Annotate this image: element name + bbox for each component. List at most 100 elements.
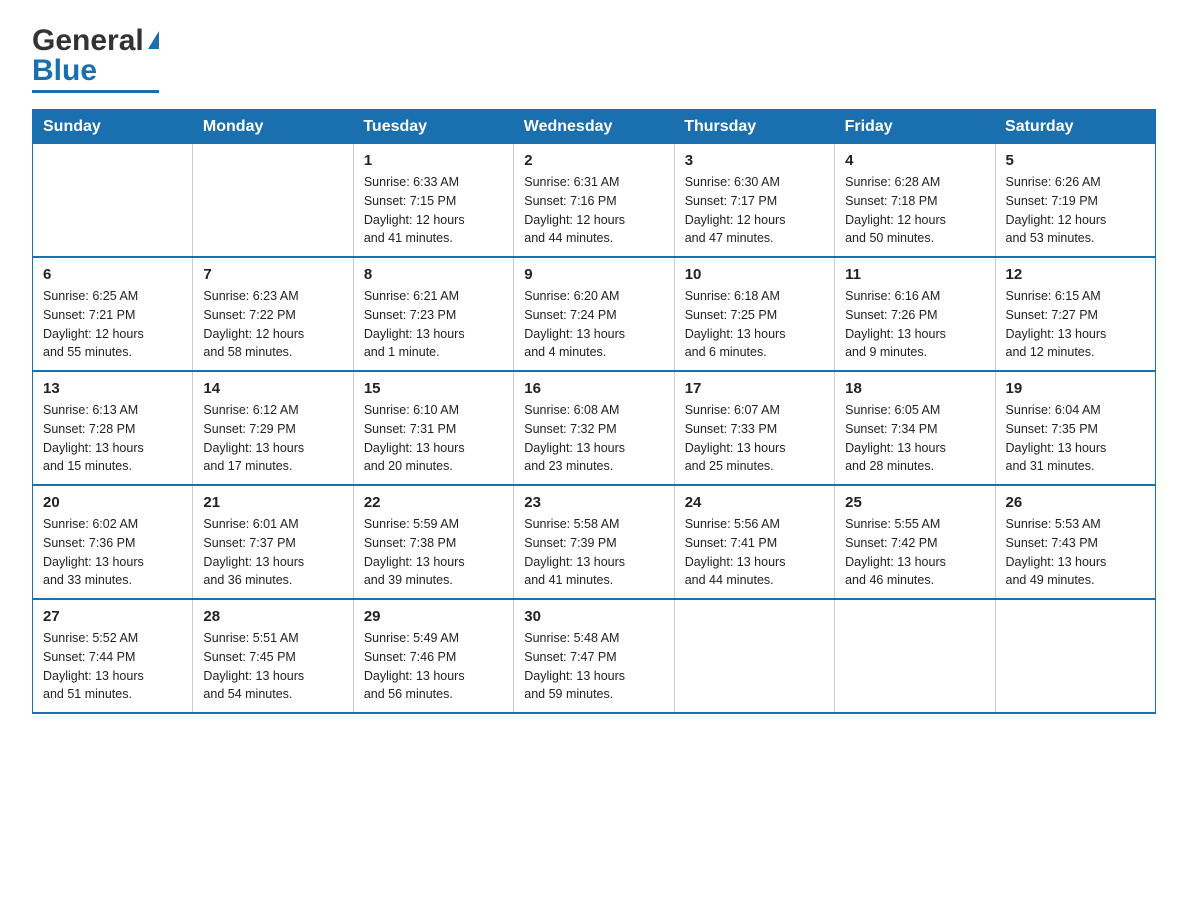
- day-cell: 2 Sunrise: 6:31 AMSunset: 7:16 PMDaylight…: [514, 144, 674, 257]
- day-info: Sunrise: 6:18 AMSunset: 7:25 PMDaylight:…: [685, 287, 824, 362]
- day-number: 4: [845, 152, 984, 169]
- day-cell: 18 Sunrise: 6:05 AMSunset: 7:34 PMDayligh…: [835, 371, 995, 485]
- day-info: Sunrise: 6:04 AMSunset: 7:35 PMDaylight:…: [1006, 401, 1145, 476]
- day-cell: 26 Sunrise: 5:53 AMSunset: 7:43 PMDayligh…: [995, 485, 1155, 599]
- day-info: Sunrise: 6:28 AMSunset: 7:18 PMDaylight:…: [845, 173, 984, 248]
- day-cell: 9 Sunrise: 6:20 AMSunset: 7:24 PMDaylight…: [514, 257, 674, 371]
- logo-underline: [32, 90, 159, 93]
- day-info: Sunrise: 6:20 AMSunset: 7:24 PMDaylight:…: [524, 287, 663, 362]
- day-number: 26: [1006, 494, 1145, 511]
- day-cell: 1 Sunrise: 6:33 AMSunset: 7:15 PMDaylight…: [353, 144, 513, 257]
- day-cell: 20 Sunrise: 6:02 AMSunset: 7:36 PMDayligh…: [33, 485, 193, 599]
- day-info: Sunrise: 6:26 AMSunset: 7:19 PMDaylight:…: [1006, 173, 1145, 248]
- header-saturday: Saturday: [995, 110, 1155, 145]
- day-number: 8: [364, 266, 503, 283]
- day-cell: 13 Sunrise: 6:13 AMSunset: 7:28 PMDayligh…: [33, 371, 193, 485]
- day-number: 14: [203, 380, 342, 397]
- day-number: 23: [524, 494, 663, 511]
- day-number: 1: [364, 152, 503, 169]
- day-cell: 8 Sunrise: 6:21 AMSunset: 7:23 PMDaylight…: [353, 257, 513, 371]
- week-row-1: 1 Sunrise: 6:33 AMSunset: 7:15 PMDaylight…: [33, 144, 1156, 257]
- day-cell: 7Sunrise: 6:23 AMSunset: 7:22 PMDaylight…: [193, 257, 353, 371]
- day-cell: 30 Sunrise: 5:48 AMSunset: 7:47 PMDayligh…: [514, 599, 674, 713]
- day-cell: 19 Sunrise: 6:04 AMSunset: 7:35 PMDayligh…: [995, 371, 1155, 485]
- day-number: 13: [43, 380, 182, 397]
- day-info: Sunrise: 6:21 AMSunset: 7:23 PMDaylight:…: [364, 287, 503, 362]
- day-number: 15: [364, 380, 503, 397]
- day-info: Sunrise: 6:05 AMSunset: 7:34 PMDaylight:…: [845, 401, 984, 476]
- day-number: 19: [1006, 380, 1145, 397]
- day-cell: 10 Sunrise: 6:18 AMSunset: 7:25 PMDayligh…: [674, 257, 834, 371]
- day-number: 3: [685, 152, 824, 169]
- page-header: General Blue: [32, 24, 1156, 93]
- day-info: Sunrise: 6:13 AMSunset: 7:28 PMDaylight:…: [43, 401, 182, 476]
- day-number: 20: [43, 494, 182, 511]
- day-cell: 11Sunrise: 6:16 AMSunset: 7:26 PMDayligh…: [835, 257, 995, 371]
- day-info: Sunrise: 6:25 AMSunset: 7:21 PMDaylight:…: [43, 287, 182, 362]
- week-row-4: 20 Sunrise: 6:02 AMSunset: 7:36 PMDayligh…: [33, 485, 1156, 599]
- day-info: Sunrise: 6:02 AMSunset: 7:36 PMDaylight:…: [43, 515, 182, 590]
- header-wednesday: Wednesday: [514, 110, 674, 145]
- header-friday: Friday: [835, 110, 995, 145]
- day-cell: 15 Sunrise: 6:10 AMSunset: 7:31 PMDayligh…: [353, 371, 513, 485]
- day-info: Sunrise: 6:01 AMSunset: 7:37 PMDaylight:…: [203, 515, 342, 590]
- day-cell: 4 Sunrise: 6:28 AMSunset: 7:18 PMDaylight…: [835, 144, 995, 257]
- day-cell: 16 Sunrise: 6:08 AMSunset: 7:32 PMDayligh…: [514, 371, 674, 485]
- day-number: 18: [845, 380, 984, 397]
- day-info: Sunrise: 5:55 AMSunset: 7:42 PMDaylight:…: [845, 515, 984, 590]
- day-number: 11: [845, 266, 984, 283]
- day-cell: 28Sunrise: 5:51 AMSunset: 7:45 PMDayligh…: [193, 599, 353, 713]
- day-info: Sunrise: 5:59 AMSunset: 7:38 PMDaylight:…: [364, 515, 503, 590]
- day-number: 25: [845, 494, 984, 511]
- day-cell: 5 Sunrise: 6:26 AMSunset: 7:19 PMDaylight…: [995, 144, 1155, 257]
- day-number: 5: [1006, 152, 1145, 169]
- weekday-header-row: SundayMondayTuesdayWednesdayThursdayFrid…: [33, 110, 1156, 145]
- header-monday: Monday: [193, 110, 353, 145]
- day-cell: [674, 599, 834, 713]
- header-tuesday: Tuesday: [353, 110, 513, 145]
- day-info: Sunrise: 5:52 AMSunset: 7:44 PMDaylight:…: [43, 629, 182, 704]
- logo: General Blue: [32, 24, 159, 93]
- week-row-2: 6Sunrise: 6:25 AMSunset: 7:21 PMDaylight…: [33, 257, 1156, 371]
- day-number: 30: [524, 608, 663, 625]
- day-number: 24: [685, 494, 824, 511]
- week-row-3: 13 Sunrise: 6:13 AMSunset: 7:28 PMDayligh…: [33, 371, 1156, 485]
- day-info: Sunrise: 6:33 AMSunset: 7:15 PMDaylight:…: [364, 173, 503, 248]
- week-row-5: 27 Sunrise: 5:52 AMSunset: 7:44 PMDayligh…: [33, 599, 1156, 713]
- calendar-table: SundayMondayTuesdayWednesdayThursdayFrid…: [32, 109, 1156, 714]
- day-info: Sunrise: 6:12 AMSunset: 7:29 PMDaylight:…: [203, 401, 342, 476]
- day-number: 22: [364, 494, 503, 511]
- day-cell: [995, 599, 1155, 713]
- day-number: 29: [364, 608, 503, 625]
- day-cell: 14 Sunrise: 6:12 AMSunset: 7:29 PMDayligh…: [193, 371, 353, 485]
- day-info: Sunrise: 6:15 AMSunset: 7:27 PMDaylight:…: [1006, 287, 1145, 362]
- day-info: Sunrise: 5:58 AMSunset: 7:39 PMDaylight:…: [524, 515, 663, 590]
- logo-blue: Blue: [32, 54, 97, 88]
- day-number: 27: [43, 608, 182, 625]
- day-number: 7: [203, 266, 342, 283]
- day-cell: 22 Sunrise: 5:59 AMSunset: 7:38 PMDayligh…: [353, 485, 513, 599]
- day-cell: [835, 599, 995, 713]
- day-number: 21: [203, 494, 342, 511]
- day-info: Sunrise: 6:30 AMSunset: 7:17 PMDaylight:…: [685, 173, 824, 248]
- day-info: Sunrise: 5:49 AMSunset: 7:46 PMDaylight:…: [364, 629, 503, 704]
- day-info: Sunrise: 5:53 AMSunset: 7:43 PMDaylight:…: [1006, 515, 1145, 590]
- day-cell: 24Sunrise: 5:56 AMSunset: 7:41 PMDayligh…: [674, 485, 834, 599]
- day-cell: 23 Sunrise: 5:58 AMSunset: 7:39 PMDayligh…: [514, 485, 674, 599]
- day-number: 17: [685, 380, 824, 397]
- day-number: 9: [524, 266, 663, 283]
- day-info: Sunrise: 5:48 AMSunset: 7:47 PMDaylight:…: [524, 629, 663, 704]
- day-info: Sunrise: 6:31 AMSunset: 7:16 PMDaylight:…: [524, 173, 663, 248]
- day-number: 16: [524, 380, 663, 397]
- day-cell: 21 Sunrise: 6:01 AMSunset: 7:37 PMDayligh…: [193, 485, 353, 599]
- day-cell: 25 Sunrise: 5:55 AMSunset: 7:42 PMDayligh…: [835, 485, 995, 599]
- day-number: 2: [524, 152, 663, 169]
- logo-triangle-icon: [148, 31, 159, 49]
- day-cell: 27 Sunrise: 5:52 AMSunset: 7:44 PMDayligh…: [33, 599, 193, 713]
- logo-general: General: [32, 24, 144, 58]
- day-info: Sunrise: 6:10 AMSunset: 7:31 PMDaylight:…: [364, 401, 503, 476]
- day-cell: 3 Sunrise: 6:30 AMSunset: 7:17 PMDaylight…: [674, 144, 834, 257]
- day-number: 28: [203, 608, 342, 625]
- day-number: 10: [685, 266, 824, 283]
- day-info: Sunrise: 6:08 AMSunset: 7:32 PMDaylight:…: [524, 401, 663, 476]
